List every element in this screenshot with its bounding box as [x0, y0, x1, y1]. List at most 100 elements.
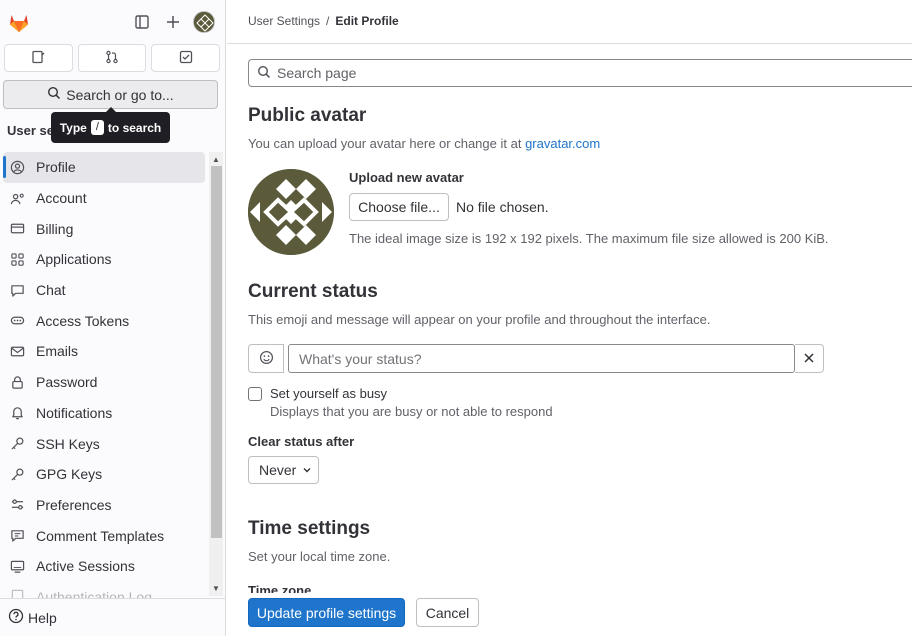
search-page-placeholder: Search page: [277, 65, 357, 81]
avatar-description-text: You can upload your avatar here or chang…: [248, 136, 522, 151]
key-icon: [9, 436, 25, 452]
clear-status-after-label: Clear status after: [248, 434, 355, 449]
quick-actions: [4, 44, 221, 74]
sidebar-scrollbar-thumb[interactable]: [211, 166, 222, 538]
merge-requests-button[interactable]: [77, 44, 147, 72]
time-settings-title: Time settings: [248, 518, 371, 539]
issues-icon: [31, 50, 45, 67]
search-icon: [257, 65, 271, 82]
search-or-go-to-button[interactable]: Search or go to...: [3, 80, 218, 109]
breadcrumb-edit-profile[interactable]: Edit Profile: [335, 14, 398, 28]
upload-avatar-label: Upload new avatar: [349, 170, 464, 185]
clear-status-button[interactable]: [795, 344, 824, 373]
sidebar-item-preferences[interactable]: Preferences: [3, 490, 205, 521]
public-avatar-description: You can upload your avatar here or chang…: [248, 136, 600, 151]
issues-button[interactable]: [4, 44, 73, 72]
gravatar-link[interactable]: gravatar.com: [525, 136, 600, 151]
sidebar-item-notifications[interactable]: Notifications: [3, 398, 205, 429]
account-icon: [9, 190, 25, 206]
sidebar-toggle-icon[interactable]: [131, 11, 153, 33]
status-message-input[interactable]: [288, 344, 795, 373]
chevron-down-icon: [302, 462, 312, 478]
tooltip-key: /: [90, 120, 104, 135]
sidebar-item-password[interactable]: Password: [3, 367, 205, 398]
sidebar-item-account[interactable]: Account: [3, 183, 205, 214]
search-page-input[interactable]: Search page: [248, 59, 912, 87]
sidebar-item-emails[interactable]: Emails: [3, 336, 205, 367]
sidebar-item-label: Applications: [36, 251, 112, 268]
sidebar-item-label: Access Tokens: [36, 312, 130, 329]
no-file-chosen-text: No file chosen.: [456, 199, 549, 215]
help-label: Help: [28, 609, 57, 626]
sidebar-item-chat[interactable]: Chat: [3, 275, 205, 306]
sidebar: Search or go to... User settings Type / …: [0, 0, 226, 636]
main-content: User Settings / Edit Profile Search page…: [227, 0, 912, 636]
sidebar-item-access-tokens[interactable]: Access Tokens: [3, 305, 205, 336]
sidebar-item-label: Emails: [36, 343, 79, 360]
comment-icon: [9, 528, 25, 544]
close-icon: [803, 351, 815, 367]
smiley-icon: [259, 350, 274, 368]
sidebar-item-comment-templates[interactable]: Comment Templates: [3, 520, 205, 551]
cancel-button[interactable]: Cancel: [416, 598, 479, 627]
busy-checkbox[interactable]: [248, 387, 262, 401]
user-avatar[interactable]: [193, 11, 215, 33]
current-status-description: This emoji and message will appear on yo…: [248, 312, 711, 327]
sidebar-item-label: Account: [36, 190, 87, 207]
clear-status-after-dropdown[interactable]: Never: [248, 456, 319, 484]
sidebar-item-authentication-log[interactable]: Authentication Log: [3, 582, 205, 598]
monitor-icon: [9, 558, 25, 574]
busy-help-text: Displays that you are busy or not able t…: [270, 404, 553, 419]
sidebar-item-label: Billing: [36, 220, 74, 237]
log-icon: [9, 589, 25, 598]
sidebar-item-label: Notifications: [36, 404, 113, 421]
billing-icon: [9, 221, 25, 237]
chat-icon: [9, 282, 25, 298]
todo-icon: [179, 50, 193, 67]
breadcrumb-user-settings[interactable]: User Settings: [248, 14, 320, 28]
sidebar-item-label: SSH Keys: [36, 435, 100, 452]
sidebar-item-applications[interactable]: Applications: [3, 244, 205, 275]
profile-avatar-image: [248, 169, 334, 255]
search-tooltip: Type / to search: [51, 107, 170, 143]
breadcrumb: User Settings / Edit Profile: [248, 14, 399, 28]
time-settings-description: Set your local time zone.: [248, 549, 391, 564]
public-avatar-title: Public avatar: [248, 105, 367, 126]
sidebar-item-label: GPG Keys: [36, 466, 103, 483]
tooltip-prefix: Type: [59, 120, 87, 135]
help-button[interactable]: Help: [0, 598, 226, 636]
sidebar-item-label: Preferences: [36, 496, 112, 513]
sidebar-item-ssh-keys[interactable]: SSH Keys: [3, 428, 205, 459]
scroll-down-arrow-icon[interactable]: ▼: [209, 581, 223, 595]
sidebar-item-label: Active Sessions: [36, 558, 135, 575]
scroll-up-arrow-icon[interactable]: ▲: [209, 152, 223, 166]
upload-size-hint: The ideal image size is 192 x 192 pixels…: [349, 231, 829, 246]
sidebar-nav: Profile Account Billing Applications Cha…: [0, 152, 208, 598]
plus-icon[interactable]: [162, 11, 184, 33]
profile-icon: [9, 159, 25, 175]
sidebar-item-billing[interactable]: Billing: [3, 213, 205, 244]
form-footer: Update profile settings Cancel: [227, 593, 912, 636]
applications-icon: [9, 251, 25, 267]
key-icon: [9, 466, 25, 482]
access-tokens-icon: [9, 313, 25, 329]
emoji-picker-button[interactable]: [248, 344, 284, 373]
sidebar-item-active-sessions[interactable]: Active Sessions: [3, 551, 205, 582]
busy-checkbox-label[interactable]: Set yourself as busy: [270, 386, 387, 401]
clear-status-after-value: Never: [259, 462, 297, 478]
gitlab-logo-icon[interactable]: [7, 10, 31, 34]
todos-button[interactable]: [151, 44, 221, 72]
choose-file-button[interactable]: Choose file...: [349, 193, 449, 221]
status-input-group: [248, 344, 824, 373]
update-profile-settings-button[interactable]: Update profile settings: [248, 598, 405, 627]
sidebar-item-label: Chat: [36, 282, 66, 299]
sidebar-item-label: Password: [36, 374, 98, 391]
help-icon: [8, 608, 24, 627]
sidebar-item-gpg-keys[interactable]: GPG Keys: [3, 459, 205, 490]
search-button-label: Search or go to...: [66, 86, 174, 103]
sidebar-item-profile[interactable]: Profile: [3, 152, 205, 183]
current-status-title: Current status: [248, 281, 378, 302]
lock-icon: [9, 374, 25, 390]
sidebar-item-label: Profile: [36, 159, 76, 176]
sidebar-item-label: Authentication Log: [36, 588, 152, 598]
